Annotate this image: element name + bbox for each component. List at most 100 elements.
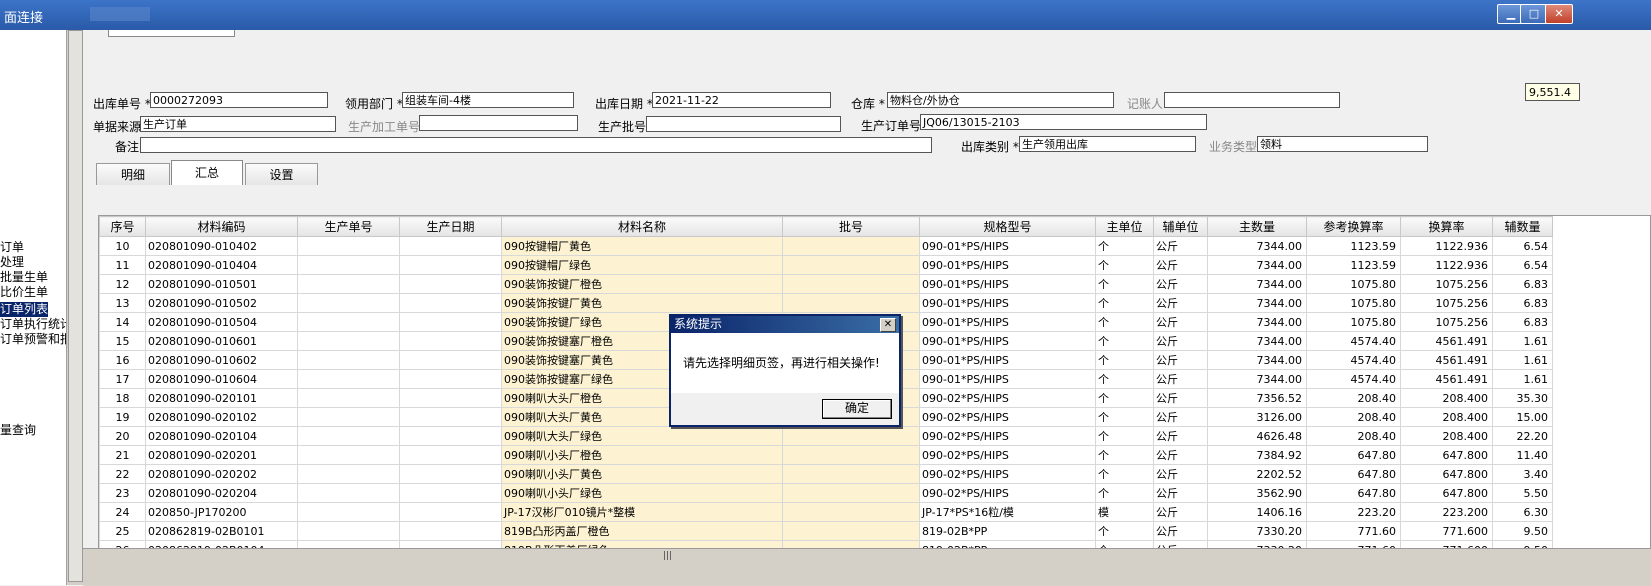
table-cell[interactable]: 020801090-010604 (145, 369, 298, 389)
table-cell[interactable]: 208.400 (1400, 426, 1493, 446)
table-cell[interactable]: 090装饰按键厂橙色 (501, 274, 783, 294)
column-header[interactable]: 序号 (99, 216, 146, 237)
remark-field[interactable] (140, 137, 932, 153)
table-cell[interactable]: 15 (99, 331, 146, 351)
table-cell[interactable]: 4561.491 (1400, 350, 1493, 370)
table-cell[interactable]: 公斤 (1153, 369, 1208, 389)
table-cell[interactable] (782, 445, 920, 465)
table-cell[interactable] (399, 350, 502, 370)
table-cell[interactable]: 7344.00 (1207, 255, 1307, 275)
table-cell[interactable]: 647.800 (1400, 464, 1493, 484)
table-cell[interactable]: 1.61 (1492, 369, 1553, 389)
table-cell[interactable]: 3562.90 (1207, 483, 1307, 503)
table-cell[interactable]: 090-01*PS/HIPS (919, 312, 1096, 332)
table-cell[interactable]: 020801090-010601 (145, 331, 298, 351)
table-cell[interactable] (399, 274, 502, 294)
tab-settings[interactable]: 设置 (245, 163, 318, 185)
tab-summary[interactable]: 汇总 (171, 160, 243, 185)
table-cell[interactable]: 090-02*PS/HIPS (919, 388, 1096, 408)
column-header[interactable]: 材料名称 (501, 216, 783, 237)
table-cell[interactable]: 1075.256 (1400, 274, 1493, 294)
table-cell[interactable]: 7344.00 (1207, 369, 1307, 389)
table-cell[interactable]: 13 (99, 293, 146, 313)
table-cell[interactable]: 公斤 (1153, 388, 1208, 408)
table-cell[interactable] (399, 388, 502, 408)
table-cell[interactable]: 14 (99, 312, 146, 332)
table-cell[interactable]: 个 (1095, 236, 1154, 256)
table-cell[interactable]: 090按键帽厂绿色 (501, 255, 783, 275)
table-cell[interactable]: 1075.256 (1400, 312, 1493, 332)
table-cell[interactable]: 020801090-020102 (145, 407, 298, 427)
table-cell[interactable] (399, 255, 502, 275)
table-cell[interactable]: 7344.00 (1207, 312, 1307, 332)
table-cell[interactable]: 4574.40 (1306, 350, 1401, 370)
table-cell[interactable]: 公斤 (1153, 464, 1208, 484)
table-cell[interactable]: 090-01*PS/HIPS (919, 293, 1096, 313)
column-header[interactable]: 辅数量 (1492, 216, 1553, 237)
table-cell[interactable]: 020801090-020101 (145, 388, 298, 408)
table-row[interactable]: 20 020801090-020104 090喇叭大头厂绿色 090-02*PS/HI… (99, 426, 1553, 446)
table-cell[interactable] (297, 236, 400, 256)
table-cell[interactable]: 7344.00 (1207, 350, 1307, 370)
table-cell[interactable]: 4561.491 (1400, 369, 1493, 389)
table-cell[interactable]: 7344.00 (1207, 331, 1307, 351)
table-cell[interactable]: 208.40 (1306, 426, 1401, 446)
column-header[interactable]: 生产日期 (399, 216, 502, 237)
table-cell[interactable]: 1075.80 (1306, 293, 1401, 313)
tab-detail[interactable]: 明细 (96, 163, 170, 185)
table-cell[interactable]: 223.20 (1306, 502, 1401, 522)
table-cell[interactable]: 020801090-010502 (145, 293, 298, 313)
table-cell[interactable]: 35.30 (1492, 388, 1553, 408)
table-cell[interactable]: 4574.40 (1306, 369, 1401, 389)
table-cell[interactable]: 020801090-020104 (145, 426, 298, 446)
horizontal-scrollbar[interactable]: ||| (83, 548, 1651, 586)
table-cell[interactable]: 208.40 (1306, 407, 1401, 427)
table-cell[interactable]: 647.800 (1400, 483, 1493, 503)
proc-no-field[interactable] (419, 115, 578, 131)
table-cell[interactable]: 2202.52 (1207, 464, 1307, 484)
table-cell[interactable]: 020801090-010602 (145, 350, 298, 370)
table-cell[interactable]: 020801090-010404 (145, 255, 298, 275)
table-cell[interactable] (297, 426, 400, 446)
table-cell[interactable]: 10 (99, 236, 146, 256)
nav-item[interactable]: 比价生单 (0, 285, 48, 300)
scrollbar-thumb[interactable] (68, 30, 83, 582)
source-field[interactable]: 生产订单 (140, 116, 336, 132)
table-cell[interactable]: 个 (1095, 388, 1154, 408)
table-cell[interactable] (399, 407, 502, 427)
table-cell[interactable] (782, 426, 920, 446)
table-cell[interactable] (297, 521, 400, 541)
out-type-field[interactable]: 生产领用出库 (1019, 136, 1196, 152)
table-cell[interactable]: 7356.52 (1207, 388, 1307, 408)
table-cell[interactable] (399, 331, 502, 351)
column-header[interactable]: 参考换算率 (1306, 216, 1401, 237)
table-cell[interactable] (399, 502, 502, 522)
maximize-button[interactable]: □ (1520, 4, 1548, 24)
table-cell[interactable]: 090-01*PS/HIPS (919, 274, 1096, 294)
table-cell[interactable]: 22 (99, 464, 146, 484)
table-cell[interactable]: 020801090-010402 (145, 236, 298, 256)
table-cell[interactable] (782, 521, 920, 541)
table-cell[interactable] (297, 350, 400, 370)
table-cell[interactable]: 1123.59 (1306, 255, 1401, 275)
table-row[interactable]: 21 020801090-020201 090喇叭小头厂橙色 090-02*PS/HI… (99, 445, 1553, 465)
ok-button[interactable]: 确定 (822, 399, 892, 419)
table-cell[interactable]: 个 (1095, 350, 1154, 370)
table-cell[interactable]: 223.200 (1400, 502, 1493, 522)
table-cell[interactable]: 090-02*PS/HIPS (919, 426, 1096, 446)
table-cell[interactable]: 090喇叭小头厂绿色 (501, 483, 783, 503)
table-cell[interactable]: 个 (1095, 483, 1154, 503)
table-cell[interactable]: 1075.80 (1306, 312, 1401, 332)
table-cell[interactable]: 公斤 (1153, 312, 1208, 332)
table-cell[interactable] (297, 464, 400, 484)
column-header[interactable]: 辅单位 (1153, 216, 1208, 237)
table-cell[interactable] (297, 502, 400, 522)
table-cell[interactable]: 公斤 (1153, 502, 1208, 522)
table-cell[interactable]: 17 (99, 369, 146, 389)
table-cell[interactable]: 个 (1095, 255, 1154, 275)
table-cell[interactable]: 9.50 (1492, 521, 1553, 541)
table-cell[interactable]: 3126.00 (1207, 407, 1307, 427)
table-cell[interactable]: 公斤 (1153, 426, 1208, 446)
table-cell[interactable]: 15.00 (1492, 407, 1553, 427)
table-cell[interactable]: 个 (1095, 407, 1154, 427)
